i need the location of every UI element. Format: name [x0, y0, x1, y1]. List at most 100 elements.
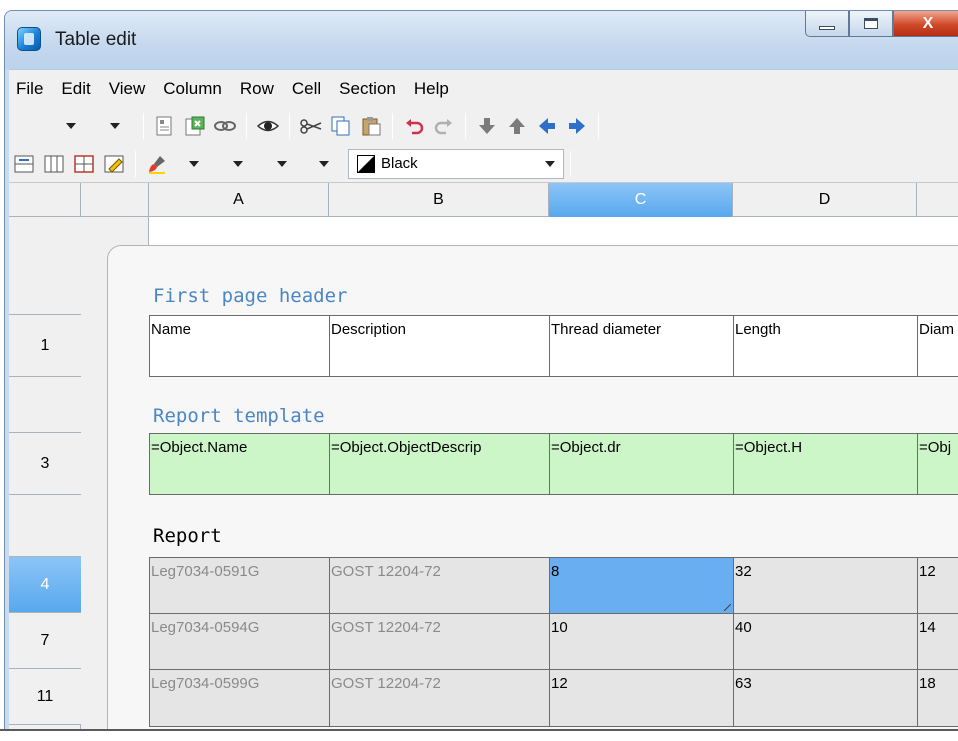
- report-cell[interactable]: 32: [733, 557, 918, 614]
- dropdown-arrow-icon: [545, 160, 555, 167]
- first-page-header-title: First page header: [153, 285, 348, 307]
- selected-cell-value: 8: [551, 563, 560, 580]
- move-right-button[interactable]: [564, 113, 590, 139]
- header-cell-c[interactable]: Thread diameter: [549, 315, 734, 377]
- template-cell-c[interactable]: =Object.dr: [549, 433, 734, 495]
- insert-object-button[interactable]: [182, 113, 208, 139]
- merge-cells-icon: [14, 155, 34, 172]
- preview-button[interactable]: [255, 113, 281, 139]
- report-cell[interactable]: Leg7034-0599G: [149, 669, 330, 727]
- arrow-right-icon: [569, 118, 585, 134]
- header-cell-b[interactable]: Description: [329, 315, 550, 377]
- properties-button[interactable]: [152, 113, 178, 139]
- copy-button[interactable]: [328, 113, 354, 139]
- header-cell-e[interactable]: Diam: [917, 315, 958, 377]
- cut-button[interactable]: [298, 113, 324, 139]
- resize-grip-icon[interactable]: [724, 604, 731, 611]
- scissors-icon: [300, 119, 322, 134]
- report-cell[interactable]: 14: [917, 613, 958, 670]
- row-header-3[interactable]: 3: [9, 433, 81, 495]
- report-cell[interactable]: 40: [733, 613, 918, 670]
- merge-cells-button[interactable]: [11, 151, 37, 177]
- column-header-b[interactable]: B: [329, 183, 549, 217]
- dropdown-arrow-icon: [110, 123, 120, 129]
- row-header-1[interactable]: 1: [9, 315, 81, 377]
- close-button[interactable]: X: [893, 11, 958, 37]
- column-header-row: A B C D: [9, 183, 958, 217]
- template-cell-a[interactable]: =Object.Name: [149, 433, 330, 495]
- title-bar[interactable]: Table edit X: [5, 11, 958, 69]
- insert-object-icon: [185, 116, 205, 136]
- menu-row[interactable]: Row: [231, 79, 283, 99]
- maximize-button[interactable]: [849, 11, 893, 37]
- toolbar-separator: [289, 113, 290, 139]
- report-cell[interactable]: 12: [549, 669, 734, 727]
- menu-column[interactable]: Column: [154, 79, 231, 99]
- fill-color-dropdown[interactable]: [172, 151, 216, 177]
- fill-color-button[interactable]: [144, 151, 170, 177]
- corner-cell[interactable]: [9, 183, 81, 217]
- menu-section[interactable]: Section: [330, 79, 405, 99]
- minimize-button[interactable]: [805, 11, 849, 37]
- maximize-icon: [864, 18, 878, 29]
- color-select-value: Black: [381, 155, 418, 172]
- paste-button[interactable]: [358, 113, 384, 139]
- template-cell-b[interactable]: =Object.ObjectDescrip: [329, 433, 550, 495]
- report-cell[interactable]: Leg7034-0591G: [149, 557, 330, 614]
- menu-help[interactable]: Help: [405, 79, 458, 99]
- paste-icon: [362, 117, 381, 136]
- template-cell-d[interactable]: =Object.H: [733, 433, 918, 495]
- row-header-11[interactable]: 11: [9, 669, 81, 725]
- column-header-d[interactable]: D: [733, 183, 917, 217]
- row-header-7[interactable]: 7: [9, 613, 81, 669]
- report-cell[interactable]: 63: [733, 669, 918, 727]
- report-cell[interactable]: 12: [917, 557, 958, 614]
- eye-icon: [256, 120, 280, 132]
- undo-button[interactable]: [401, 113, 427, 139]
- toolbar-separator: [465, 113, 466, 139]
- selected-cell[interactable]: 8: [549, 557, 734, 614]
- app-icon: [17, 27, 41, 51]
- menu-edit[interactable]: Edit: [52, 79, 99, 99]
- menu-cell[interactable]: Cell: [283, 79, 330, 99]
- color-select[interactable]: Black: [348, 148, 564, 179]
- report-cell[interactable]: 10: [549, 613, 734, 670]
- header-cell-d[interactable]: Length: [733, 315, 918, 377]
- column-header-c[interactable]: C: [549, 183, 733, 217]
- template-cell-e[interactable]: =Obj: [917, 433, 958, 495]
- toolbar-separator: [570, 150, 571, 177]
- menu-file[interactable]: File: [9, 79, 52, 99]
- move-down-button[interactable]: [474, 113, 500, 139]
- report-cell[interactable]: GOST 12204-72: [329, 613, 550, 670]
- link-button[interactable]: [212, 113, 238, 139]
- dropdown-arrow-icon: [189, 160, 199, 167]
- header-cell-a[interactable]: Name: [149, 315, 330, 377]
- edit-cell-button[interactable]: [101, 151, 127, 177]
- font-dropdown[interactable]: [49, 113, 93, 139]
- cell-borders-button[interactable]: [71, 151, 97, 177]
- split-cells-button[interactable]: [41, 151, 67, 177]
- font-color-dropdown[interactable]: [216, 151, 260, 177]
- edit-cell-icon: [104, 155, 124, 173]
- gutter-header: [81, 183, 149, 217]
- redo-button[interactable]: [431, 113, 457, 139]
- menu-bar: File Edit View Column Row Cell Section H…: [9, 69, 958, 107]
- toolbar-separator: [598, 113, 599, 139]
- arrow-up-icon: [509, 118, 525, 134]
- table-grid[interactable]: A B C D 1 3 4 7 11 First page header Rep…: [9, 183, 958, 729]
- column-header-a[interactable]: A: [149, 183, 329, 217]
- align-dropdown[interactable]: [260, 151, 304, 177]
- column-header-e[interactable]: [917, 183, 958, 217]
- report-cell[interactable]: GOST 12204-72: [329, 669, 550, 727]
- move-left-button[interactable]: [534, 113, 560, 139]
- properties-icon: [156, 116, 172, 136]
- report-cell[interactable]: GOST 12204-72: [329, 557, 550, 614]
- row-header-blank: [9, 217, 81, 315]
- report-cell[interactable]: 18: [917, 669, 958, 727]
- font-size-dropdown[interactable]: [93, 113, 137, 139]
- border-dropdown[interactable]: [304, 151, 344, 177]
- move-up-button[interactable]: [504, 113, 530, 139]
- menu-view[interactable]: View: [100, 79, 155, 99]
- report-cell[interactable]: Leg7034-0594G: [149, 613, 330, 670]
- row-header-4[interactable]: 4: [9, 557, 81, 613]
